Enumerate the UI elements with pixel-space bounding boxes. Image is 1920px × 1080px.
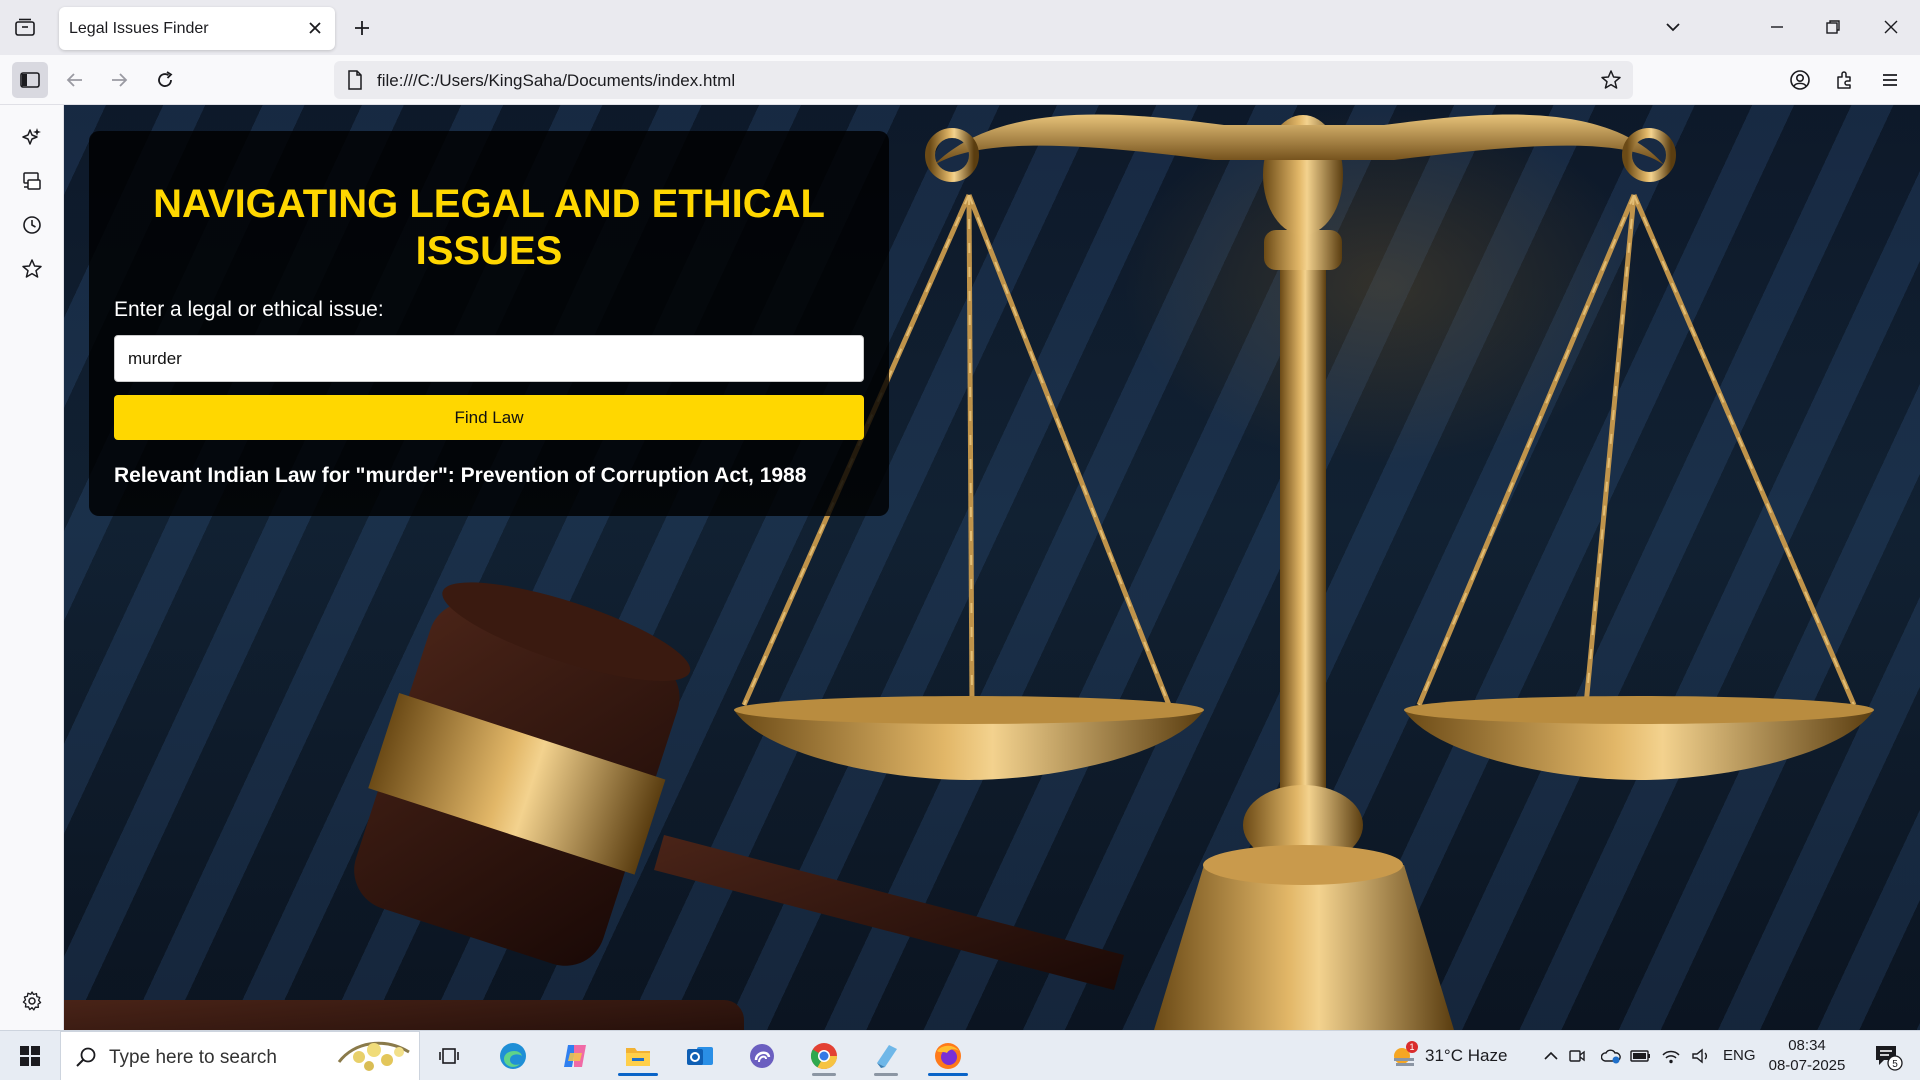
firefox-icon[interactable] xyxy=(928,1036,968,1076)
wifi-icon[interactable] xyxy=(1656,1036,1686,1076)
sidebar-toggle-icon[interactable] xyxy=(12,62,48,98)
weather-icon[interactable]: 1 xyxy=(1384,1036,1424,1076)
language-indicator[interactable]: ENG xyxy=(1723,1047,1756,1064)
page-viewport: NAVIGATING LEGAL AND ETHICAL ISSUES Ente… xyxy=(64,105,1920,1030)
synced-tabs-icon[interactable] xyxy=(14,163,50,199)
bookmark-star-icon[interactable] xyxy=(1599,68,1623,92)
windows-taskbar: Type here to search 1 31°C Haze ENG 08:3… xyxy=(0,1030,1920,1080)
browser-tab[interactable]: Legal Issues Finder xyxy=(59,7,335,50)
url-text: file:///C:/Users/KingSaha/Documents/inde… xyxy=(377,71,736,90)
active-indicator xyxy=(618,1073,658,1076)
new-tab-icon[interactable] xyxy=(349,15,375,41)
issue-input[interactable]: murder xyxy=(114,335,864,382)
search-placeholder: Type here to search xyxy=(109,1047,277,1068)
search-highlight-icon xyxy=(337,1041,410,1071)
settings-icon[interactable] xyxy=(14,983,50,1019)
notifications-icon[interactable]: 5 xyxy=(1868,1036,1908,1076)
back-icon[interactable] xyxy=(57,62,93,98)
weather-text: 31°C Haze xyxy=(1425,1046,1508,1065)
notification-count: 5 xyxy=(1892,1059,1898,1070)
ai-chatbot-icon[interactable] xyxy=(14,119,50,155)
result-text: Relevant Indian Law for "murder": Preven… xyxy=(114,464,807,487)
copilot-icon[interactable] xyxy=(555,1036,595,1076)
battery-icon[interactable] xyxy=(1626,1036,1656,1076)
minimize-icon[interactable] xyxy=(1762,12,1792,42)
browser-tab-bar: Legal Issues Finder xyxy=(0,0,1920,55)
active-indicator xyxy=(928,1073,968,1076)
page-icon xyxy=(344,69,366,91)
reload-icon[interactable] xyxy=(147,62,183,98)
taskbar-search-box[interactable]: Type here to search xyxy=(60,1031,420,1080)
app-icon[interactable] xyxy=(742,1036,782,1076)
issue-input-label: Enter a legal or ethical issue: xyxy=(114,298,384,321)
clock[interactable]: 08:34 08-07-2025 xyxy=(1762,1036,1852,1076)
restore-icon[interactable] xyxy=(1818,12,1848,42)
account-icon[interactable] xyxy=(1782,62,1818,98)
history-icon[interactable] xyxy=(14,207,50,243)
page-title: NAVIGATING LEGAL AND ETHICAL ISSUES xyxy=(153,182,825,273)
legal-finder-card: NAVIGATING LEGAL AND ETHICAL ISSUES Ente… xyxy=(89,131,889,516)
forward-icon[interactable] xyxy=(101,62,137,98)
bookmarks-icon[interactable] xyxy=(14,251,50,287)
address-bar[interactable]: file:///C:/Users/KingSaha/Documents/inde… xyxy=(334,61,1633,99)
navigation-toolbar: file:///C:/Users/KingSaha/Documents/inde… xyxy=(0,55,1920,105)
onedrive-icon[interactable] xyxy=(1596,1036,1626,1076)
extensions-icon[interactable] xyxy=(1827,62,1863,98)
running-indicator xyxy=(812,1073,836,1076)
running-indicator xyxy=(874,1073,898,1076)
date-text: 08-07-2025 xyxy=(1768,1057,1846,1074)
close-window-icon[interactable] xyxy=(1876,12,1906,42)
time-text: 08:34 xyxy=(1788,1037,1826,1054)
tab-title: Legal Issues Finder xyxy=(69,20,209,37)
list-all-tabs-icon[interactable] xyxy=(1658,12,1688,42)
search-icon xyxy=(74,1045,98,1069)
meet-now-icon[interactable] xyxy=(1562,1036,1592,1076)
browser-sidebar xyxy=(0,105,64,1030)
chrome-icon[interactable] xyxy=(804,1036,844,1076)
tab-list-icon[interactable] xyxy=(12,15,38,41)
file-explorer-icon[interactable] xyxy=(618,1036,658,1076)
close-tab-icon[interactable] xyxy=(305,18,325,38)
task-view-icon[interactable] xyxy=(430,1036,470,1076)
find-law-button[interactable]: Find Law xyxy=(114,395,864,440)
menu-icon[interactable] xyxy=(1872,62,1908,98)
windows-start-icon[interactable] xyxy=(10,1036,50,1076)
weather-badge: 1 xyxy=(1409,1042,1414,1052)
edge-icon[interactable] xyxy=(493,1036,533,1076)
outlook-icon[interactable] xyxy=(680,1036,720,1076)
notepad-icon[interactable] xyxy=(866,1036,906,1076)
volume-icon[interactable] xyxy=(1686,1036,1716,1076)
